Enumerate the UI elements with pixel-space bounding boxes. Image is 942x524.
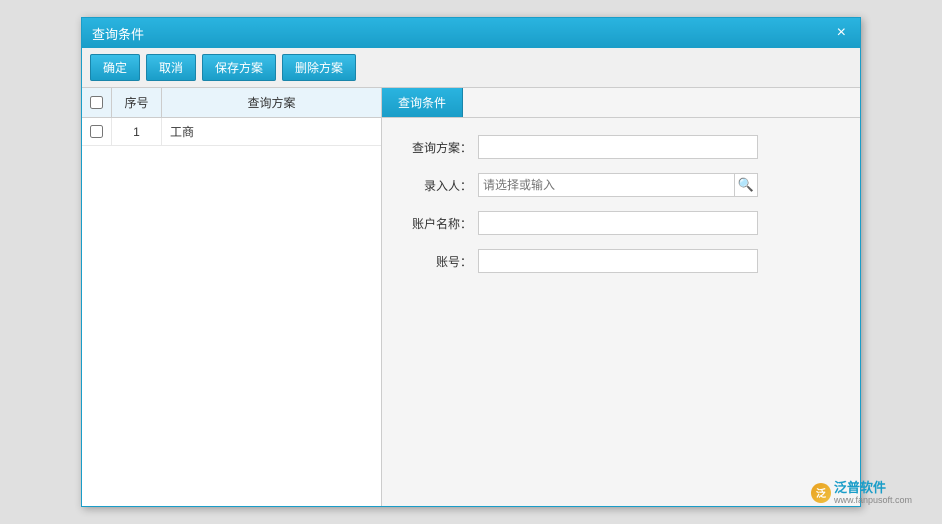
account-name-input[interactable]: [478, 211, 758, 235]
plan-row: 查询方案：: [402, 134, 840, 160]
logo-main-text: 泛普软件: [834, 480, 912, 496]
account-no-input[interactable]: [478, 249, 758, 273]
header-checkbox-col: [82, 88, 112, 117]
header-plan-col: 查询方案: [162, 94, 381, 111]
title-bar: 查询条件 ×: [82, 18, 860, 48]
plan-label: 查询方案：: [402, 139, 472, 156]
recorder-search-button[interactable]: 🔍: [734, 173, 758, 197]
dialog-title: 查询条件: [92, 24, 144, 43]
row-checkbox[interactable]: [90, 125, 103, 138]
recorder-label: 录入人：: [402, 177, 472, 194]
logo-wrapper: 泛 泛普软件 www.fanpusoft.com: [811, 480, 912, 506]
row-seq-col: 1: [112, 118, 162, 145]
logo-text-block: 泛普软件 www.fanpusoft.com: [834, 480, 912, 506]
recorder-input-group: 🔍: [478, 173, 758, 197]
account-name-row: 账户名称：: [402, 210, 840, 236]
account-no-label: 账号：: [402, 253, 472, 270]
account-name-label: 账户名称：: [402, 215, 472, 232]
left-panel: 序号 查询方案 1 工商: [82, 88, 382, 506]
row-plan-name: 工商: [162, 123, 381, 140]
delete-plan-button[interactable]: 删除方案: [282, 54, 356, 81]
query-dialog: 查询条件 × 确定 取消 保存方案 删除方案 序号 查询方案: [81, 17, 861, 507]
cancel-button[interactable]: 取消: [146, 54, 196, 81]
table-header: 序号 查询方案: [82, 88, 381, 118]
footer-logo: 泛 泛普软件 www.fanpusoft.com: [811, 480, 912, 506]
toolbar: 确定 取消 保存方案 删除方案: [82, 48, 860, 88]
save-plan-button[interactable]: 保存方案: [202, 54, 276, 81]
table-row[interactable]: 1 工商: [82, 118, 381, 146]
logo-icon: 泛: [811, 483, 831, 503]
right-tab-bar: 查询条件: [382, 88, 860, 118]
logo-sub-text: www.fanpusoft.com: [834, 495, 912, 506]
form-area: 查询方案： 录入人： 🔍 账户名称：: [382, 118, 860, 290]
right-panel: 查询条件 查询方案： 录入人： 🔍: [382, 88, 860, 506]
query-conditions-tab[interactable]: 查询条件: [382, 88, 463, 117]
header-seq-col: 序号: [112, 88, 162, 117]
close-button[interactable]: ×: [833, 25, 850, 41]
select-all-checkbox[interactable]: [90, 96, 103, 109]
recorder-input[interactable]: [478, 173, 734, 197]
plan-input[interactable]: [478, 135, 758, 159]
row-checkbox-col: [82, 118, 112, 145]
account-no-row: 账号：: [402, 248, 840, 274]
confirm-button[interactable]: 确定: [90, 54, 140, 81]
recorder-row: 录入人： 🔍: [402, 172, 840, 198]
main-content: 序号 查询方案 1 工商: [82, 88, 860, 506]
